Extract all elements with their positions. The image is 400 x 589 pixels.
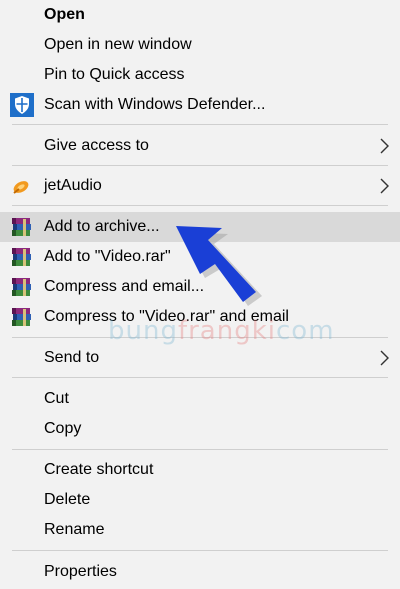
menu-item-pin-to-quick-access[interactable]: Pin to Quick access [0,60,400,90]
windows-defender-shield-icon [10,93,34,117]
menu-separator [12,205,388,206]
menu-separator [12,377,388,378]
winrar-books-icon [10,215,34,239]
menu-item-delete[interactable]: Delete [0,485,400,515]
menu-separator [12,165,388,166]
menu-item-label: jetAudio [44,177,102,194]
menu-item-cut[interactable]: Cut [0,384,400,414]
menu-item-rename[interactable]: Rename [0,515,400,545]
chevron-right-icon [380,350,389,366]
menu-item-label: Scan with Windows Defender... [44,96,266,113]
watermark: bungfrangkicom [108,316,335,346]
winrar-books-icon [10,305,34,329]
menu-item-label: Compress and email... [44,278,205,295]
menu-item-label: Delete [44,491,91,508]
menu-item-label: Copy [44,420,82,437]
menu-item-add-to-archive[interactable]: Add to archive... [0,212,400,242]
menu-item-compress-and-email[interactable]: Compress and email... [0,272,400,302]
menu-item-open[interactable]: Open [0,0,400,30]
chevron-right-icon [380,138,389,154]
menu-item-label: Add to "Video.rar" [44,248,171,265]
menu-item-give-access-to[interactable]: Give access to [0,131,400,161]
menu-separator [12,124,388,125]
menu-item-label: Pin to Quick access [44,66,185,83]
winrar-books-icon [10,275,34,299]
menu-item-send-to[interactable]: Send to [0,343,400,373]
menu-item-label: Rename [44,521,105,538]
menu-item-open-in-new-window[interactable]: Open in new window [0,30,400,60]
menu-item-label: Open in new window [44,36,192,53]
menu-item-label: Cut [44,390,69,407]
menu-item-label: Give access to [44,137,149,154]
chevron-right-icon [380,178,389,194]
jetaudio-icon [10,174,34,198]
menu-item-properties[interactable]: Properties [0,557,400,587]
menu-item-label: Create shortcut [44,461,154,478]
menu-item-copy[interactable]: Copy [0,414,400,444]
menu-item-jetaudio[interactable]: jetAudio [0,171,400,201]
menu-separator [12,449,388,450]
menu-item-create-shortcut[interactable]: Create shortcut [0,455,400,485]
menu-item-scan-with-defender[interactable]: Scan with Windows Defender... [0,90,400,120]
menu-separator [12,550,388,551]
winrar-books-icon [10,245,34,269]
menu-item-label: Properties [44,563,117,580]
menu-item-label: Add to archive... [44,218,160,235]
context-menu: Open Open in new window Pin to Quick acc… [0,0,400,589]
menu-item-label: Open [44,6,85,23]
menu-item-label: Send to [44,349,100,366]
menu-item-add-to-video-rar[interactable]: Add to "Video.rar" [0,242,400,272]
